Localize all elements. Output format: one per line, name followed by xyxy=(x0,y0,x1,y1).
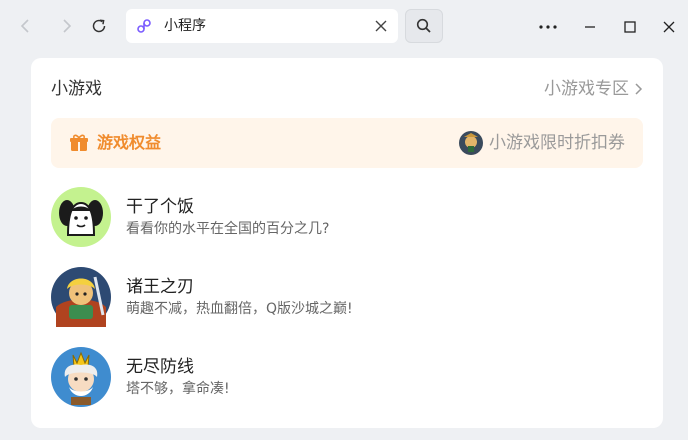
game-item-wujinfangxian[interactable]: 无尽防线 塔不够，拿命凑! xyxy=(51,347,643,407)
minimize-icon xyxy=(585,26,595,28)
game-benefits-banner[interactable]: 游戏权益 小游戏限时折扣券 xyxy=(51,118,643,168)
game-item-ganlegefan[interactable]: 干了个饭 看看你的水平在全国的百分之几? xyxy=(51,187,643,247)
game-description: 塔不够，拿命凑! xyxy=(126,381,230,397)
maximize-button[interactable] xyxy=(615,12,645,42)
game-item-zhuwangzhiren[interactable]: 诸王之刃 萌趣不减，热血翻倍，Q版沙城之巅! xyxy=(51,267,643,327)
mini-games-zone-link[interactable]: 小游戏专区 xyxy=(544,78,643,100)
game-benefits-label: 游戏权益 xyxy=(97,133,162,152)
minimize-button[interactable] xyxy=(575,12,605,42)
reload-icon xyxy=(92,19,106,33)
browser-toolbar: 小程序 xyxy=(0,0,688,54)
address-bar[interactable]: 小程序 xyxy=(126,9,398,43)
forward-button[interactable] xyxy=(50,9,82,43)
zone-link-label: 小游戏专区 xyxy=(544,79,629,99)
game-avatar-icon xyxy=(51,267,111,327)
reload-button[interactable] xyxy=(83,9,115,43)
discount-game-avatar xyxy=(459,131,483,155)
more-button[interactable] xyxy=(533,12,563,42)
game-name: 诸王之刃 xyxy=(126,277,194,297)
game-name: 无尽防线 xyxy=(126,357,194,377)
back-button[interactable] xyxy=(10,9,42,43)
game-description: 萌趣不减，热血翻倍，Q版沙城之巅! xyxy=(126,301,353,317)
maximize-icon xyxy=(624,21,636,33)
search-icon xyxy=(416,18,431,33)
miniprogram-link-icon xyxy=(137,19,151,33)
mini-games-card: 小游戏 小游戏专区 游戏权益 小游戏限时折扣券 干了个饭 看看你的水平在全国的百… xyxy=(31,58,663,428)
game-avatar-icon xyxy=(51,347,111,407)
address-bar-title: 小程序 xyxy=(164,18,206,34)
close-icon[interactable] xyxy=(374,19,388,33)
game-avatar-icon xyxy=(51,187,111,247)
game-description: 看看你的水平在全国的百分之几? xyxy=(126,221,330,237)
window-close-button[interactable] xyxy=(654,12,684,42)
search-button[interactable] xyxy=(405,9,443,43)
window-close-icon xyxy=(663,21,675,33)
gift-icon xyxy=(70,134,88,151)
chevron-left-icon xyxy=(20,19,29,33)
chevron-right-icon xyxy=(63,19,72,33)
card-title: 小游戏 xyxy=(51,79,102,99)
chevron-right-icon xyxy=(635,83,643,95)
more-icon xyxy=(539,25,557,29)
game-name: 干了个饭 xyxy=(126,197,194,217)
discount-coupon-label: 小游戏限时折扣券 xyxy=(489,133,625,153)
